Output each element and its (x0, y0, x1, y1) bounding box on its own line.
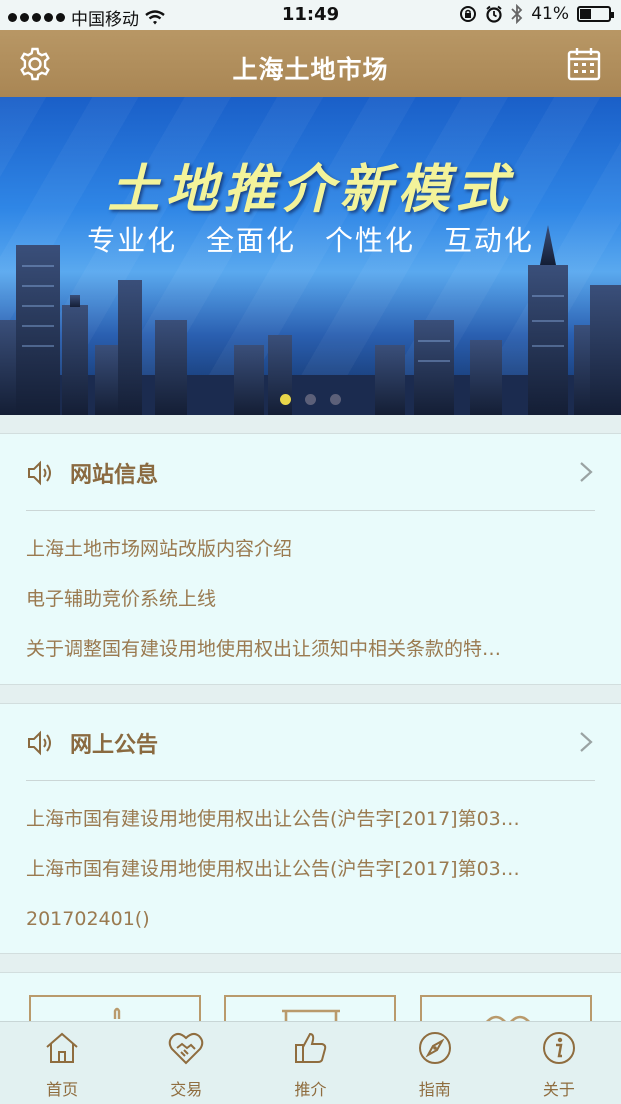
site-info-list: 上海土地市场网站改版内容介绍 电子辅助竞价系统上线 关于调整国有建设用地使用权出… (26, 534, 595, 684)
announcements-list: 上海市国有建设用地使用权出让公告(沪告字[2017]第03… 上海市国有建设用地… (26, 804, 595, 954)
announcements-header[interactable]: 网上公告 (26, 727, 158, 759)
battery-fill (580, 9, 592, 19)
pager-dot[interactable] (305, 394, 316, 405)
thumbs-up-icon (294, 1032, 326, 1063)
list-item[interactable]: 上海市国有建设用地使用权出让公告(沪告字[2017]第03… (26, 804, 595, 854)
bluetooth-icon (511, 4, 523, 24)
compass-icon (418, 1032, 451, 1064)
rotation-lock-icon (460, 6, 477, 22)
banner-headline: 土地推介新模式 (107, 159, 514, 220)
list-item[interactable]: 201702401() (26, 904, 595, 954)
status-bar: 中国移动 11:49 41% (0, 0, 621, 30)
speaker-icon (28, 730, 51, 756)
site-info-card: 网站信息 上海土地市场网站改版内容介绍 电子辅助竞价系统上线 关于调整国有建设用… (0, 433, 621, 685)
tab-trade[interactable]: 交易 (124, 1022, 248, 1104)
tab-label: 指南 (418, 1080, 451, 1099)
site-info-title: 网站信息 (70, 463, 159, 488)
tab-promote[interactable]: 推介 (248, 1022, 372, 1104)
promo-banner[interactable]: 土地推介新模式 专业化 全面化 个性化 互动化 (0, 97, 621, 415)
speaker-icon (28, 460, 51, 486)
page-title: 上海土地市场 (232, 55, 389, 84)
banner-pager[interactable] (0, 394, 621, 405)
pager-dot[interactable] (330, 394, 341, 405)
announcements-card: 网上公告 上海市国有建设用地使用权出让公告(沪告字[2017]第03… 上海市国… (0, 703, 621, 954)
handshake-icon (169, 1032, 204, 1065)
list-item[interactable]: 上海土地市场网站改版内容介绍 (26, 534, 595, 584)
tab-home[interactable]: 首页 (0, 1022, 124, 1104)
alarm-icon (486, 5, 502, 23)
app-header: 上海土地市场 (0, 30, 621, 97)
list-item[interactable]: 电子辅助竞价系统上线 (26, 584, 595, 634)
tab-label: 首页 (46, 1080, 79, 1099)
pager-dot[interactable] (280, 394, 291, 405)
list-item[interactable]: 上海市国有建设用地使用权出让公告(沪告字[2017]第03… (26, 854, 595, 904)
tab-label: 交易 (170, 1080, 203, 1099)
info-icon (542, 1032, 575, 1064)
list-item[interactable]: 关于调整国有建设用地使用权出让须知中相关条款的特… (26, 634, 595, 684)
calendar-icon[interactable] (566, 46, 602, 82)
battery-icon (577, 6, 614, 22)
site-info-header[interactable]: 网站信息 (26, 457, 158, 489)
home-icon (46, 1032, 78, 1063)
chevron-right-icon[interactable] (579, 731, 593, 753)
tab-guide[interactable]: 指南 (373, 1022, 497, 1104)
banner-subtitle: 专业化 全面化 个性化 互动化 (87, 224, 534, 257)
tab-bar: 首页 交易 推介 指南 关于 (0, 1021, 621, 1104)
status-right: 41% (459, 4, 614, 24)
battery-percent: 41% (531, 4, 569, 24)
chevron-right-icon[interactable] (579, 461, 593, 483)
tab-label: 关于 (542, 1080, 575, 1099)
tab-label: 推介 (294, 1080, 327, 1099)
divider (26, 510, 595, 511)
announcements-title: 网上公告 (70, 733, 159, 758)
divider (26, 780, 595, 781)
tab-about[interactable]: 关于 (497, 1022, 621, 1104)
